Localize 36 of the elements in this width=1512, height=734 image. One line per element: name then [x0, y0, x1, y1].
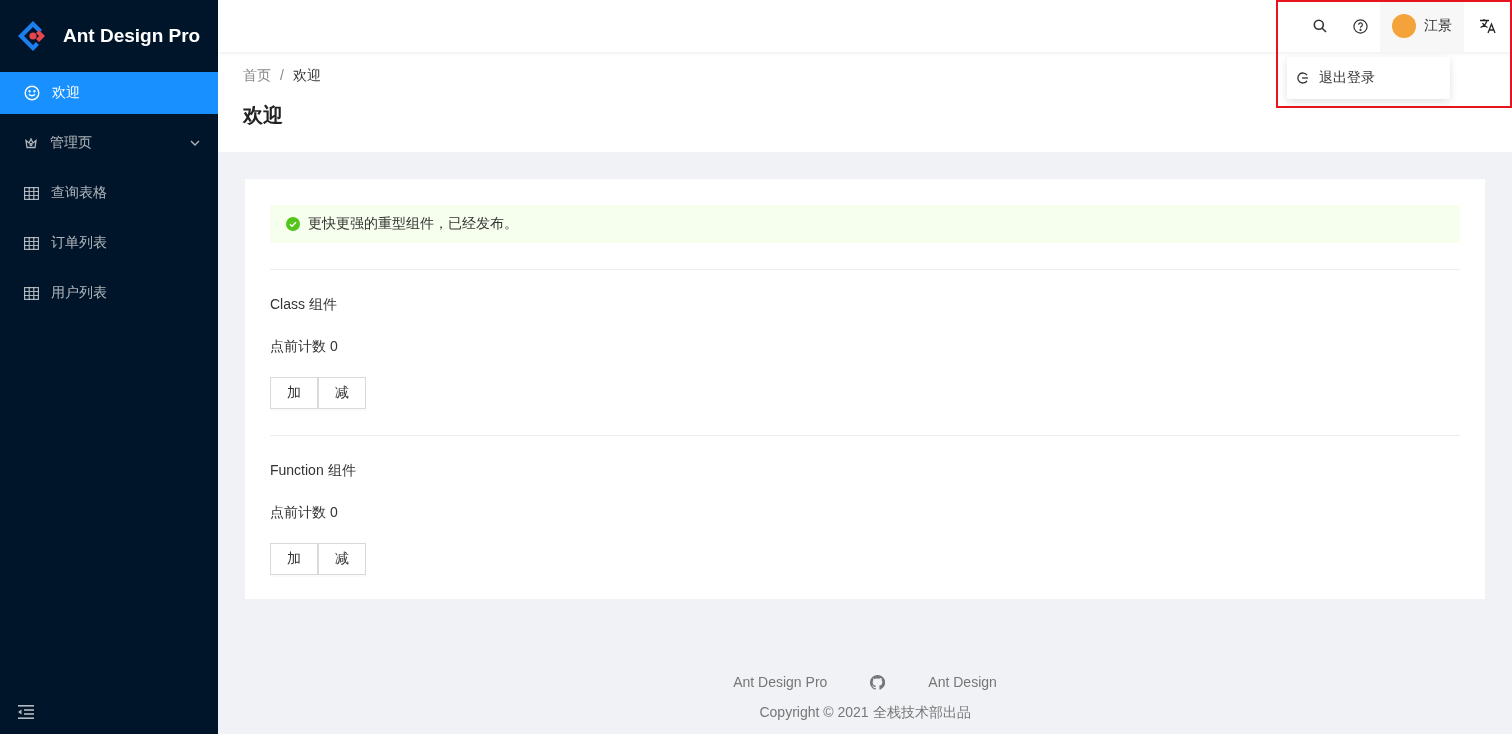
breadcrumb-item: 欢迎 [292, 67, 321, 85]
user-menu[interactable]: 江景 [1380, 0, 1464, 52]
logout-icon [1297, 72, 1309, 84]
counter-button[interactable]: 减 [318, 543, 366, 575]
counter-text: 点前计数 0 [270, 504, 339, 522]
breadcrumb-separator: / [280, 67, 284, 85]
sidebar-item[interactable]: 用户列表 [0, 272, 218, 314]
help-icon[interactable] [1352, 18, 1368, 34]
translate-icon[interactable] [1479, 18, 1497, 34]
section-title: Function 组件 [270, 462, 357, 480]
smile-icon [24, 85, 40, 101]
check-circle-icon [286, 217, 300, 231]
table-icon [24, 236, 39, 250]
alert-message: 更快更强的重型组件，已经发布。 [308, 215, 518, 233]
table-icon [24, 286, 39, 300]
counter-button[interactable]: 减 [318, 377, 366, 409]
sidebar-item[interactable]: 订单列表 [0, 222, 218, 264]
footer-link[interactable]: Ant Design Pro [733, 674, 828, 690]
crown-icon [24, 136, 38, 150]
sidebar-item[interactable]: 管理页 [0, 122, 218, 164]
table-icon [24, 186, 39, 200]
app-title: Ant Design Pro [63, 25, 201, 47]
counter-text: 点前计数 0 [270, 338, 339, 356]
github-icon[interactable] [870, 674, 886, 690]
avatar [1392, 14, 1416, 38]
counter-button[interactable]: 加 [270, 543, 318, 575]
counter-button[interactable]: 加 [270, 377, 318, 409]
footer-link[interactable]: Ant Design [928, 674, 997, 690]
sidebar-item[interactable]: 查询表格 [0, 172, 218, 214]
section-title: Class 组件 [270, 296, 338, 314]
page-title: 欢迎 [243, 103, 284, 128]
menu-fold-icon[interactable] [18, 705, 34, 719]
search-icon[interactable] [1313, 19, 1327, 33]
breadcrumb-item[interactable]: 首页 [243, 67, 271, 85]
copyright-text: Copyright © 2021 全栈技术部出品 [759, 704, 971, 722]
logout-menu-item[interactable]: 退出登录 [1287, 61, 1450, 95]
